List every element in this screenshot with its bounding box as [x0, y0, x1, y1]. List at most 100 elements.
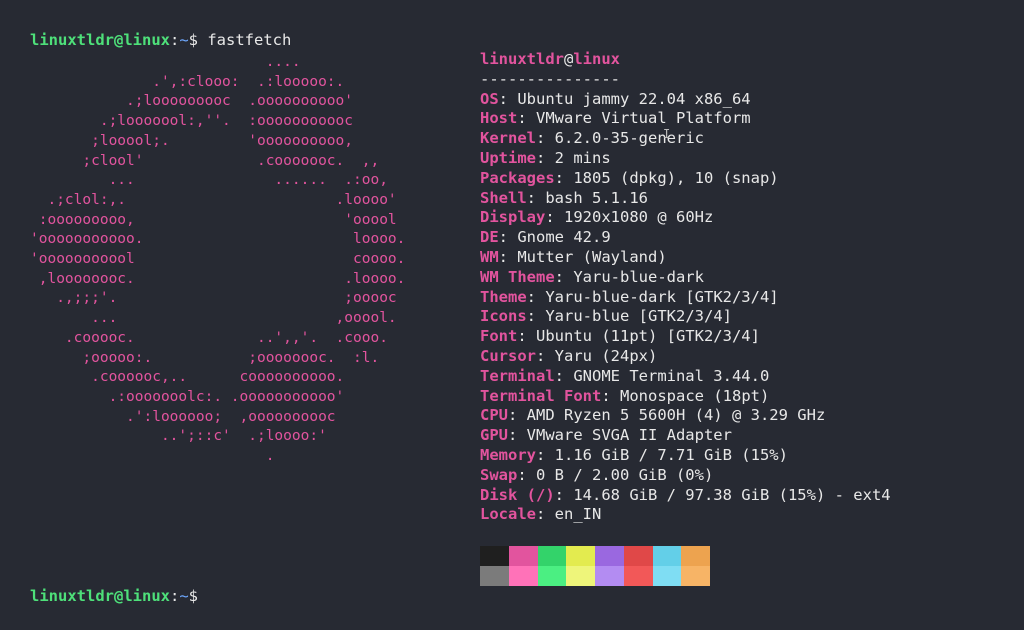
- info-row: Font: Ubuntu (11pt) [GTK2/3/4]: [480, 327, 891, 347]
- info-key: Theme: [480, 287, 527, 306]
- info-value: 14.68 GiB / 97.38 GiB (15%) - ext4: [573, 485, 891, 504]
- info-value: VMware SVGA II Adapter: [526, 426, 732, 445]
- info-value: bash 5.1.16: [545, 188, 648, 207]
- info-colon: :: [536, 129, 555, 148]
- info-key: CPU: [480, 406, 508, 425]
- prompt-user-host: linuxtldr@linux: [30, 31, 170, 49]
- info-key: Cursor: [480, 346, 536, 365]
- prompt-dollar: $: [188, 31, 208, 49]
- info-value: Yaru-blue-dark [GTK2/3/4]: [545, 287, 779, 306]
- info-colon: :: [601, 386, 620, 405]
- info-colon: :: [545, 208, 564, 227]
- palette-swatch-normal-5: [623, 546, 653, 566]
- prompt-command: fastfetch: [207, 31, 292, 49]
- ubuntu-ascii-logo: .... .',:clooo: .:looooo:. .;looooooooc …: [30, 54, 406, 465]
- palette-swatch-normal-0: [480, 546, 509, 566]
- info-value: Yaru-blue [GTK2/3/4]: [545, 307, 732, 326]
- info-colon: :: [536, 148, 555, 167]
- info-row: Host: VMware Virtual Platform: [480, 109, 891, 129]
- info-row: CPU: AMD Ryzen 5 5600H (4) @ 3.29 GHz: [480, 406, 891, 426]
- info-colon: :: [526, 287, 546, 306]
- info-value: Monospace (18pt): [620, 386, 770, 405]
- info-colon: :: [526, 307, 546, 326]
- info-value: AMD Ryzen 5 5600H (4) @ 3.29 GHz: [526, 406, 826, 425]
- prompt-separator: :: [169, 31, 180, 49]
- info-key: WM: [480, 247, 499, 266]
- info-row: Kernel: 6.2.0-35-generic: [480, 129, 891, 149]
- info-colon: :: [498, 89, 518, 108]
- info-value: en_IN: [554, 505, 602, 524]
- info-value: 6.2.0-35-generic: [554, 129, 704, 148]
- info-row: Uptime: 2 mins: [480, 149, 891, 169]
- info-colon: :: [554, 366, 574, 385]
- prompt-path: ~: [179, 587, 189, 605]
- terminal-window[interactable]: linuxtldr@linux:~$ fastfetch .... .',:cl…: [0, 0, 1024, 630]
- system-info-panel: linuxtldr@linux --------------- OS: Ubun…: [480, 50, 891, 525]
- info-key: Icons: [480, 307, 527, 326]
- info-colon: :: [526, 188, 546, 207]
- palette-swatch-bright-0: [480, 566, 509, 586]
- info-key: Host: [480, 109, 518, 128]
- info-title-host: linux: [573, 50, 621, 68]
- info-row: Memory: 1.16 GiB / 7.71 GiB (15%): [480, 446, 891, 466]
- prompt-path: ~: [179, 31, 189, 49]
- info-row: WM Theme: Yaru-blue-dark: [480, 268, 891, 288]
- info-value: Yaru-blue-dark: [573, 267, 704, 286]
- info-colon: :: [536, 445, 555, 464]
- info-value: Gnome 42.9: [517, 228, 611, 247]
- info-value: 1920x1080 @ 60Hz: [564, 208, 714, 227]
- command-prompt-line-idle[interactable]: linuxtldr@linux:~$: [30, 586, 207, 606]
- palette-swatch-bright-4: [595, 566, 624, 586]
- palette-swatch-normal-3: [566, 546, 595, 566]
- info-row: Swap: 0 B / 2.00 GiB (0%): [480, 466, 891, 486]
- info-row: DE: Gnome 42.9: [480, 228, 891, 248]
- info-row: Icons: Yaru-blue [GTK2/3/4]: [480, 307, 891, 327]
- info-key: WM Theme: [480, 267, 555, 286]
- info-row: Terminal: GNOME Terminal 3.44.0: [480, 367, 891, 387]
- info-row: Cursor: Yaru (24px): [480, 347, 891, 367]
- info-key: OS: [480, 89, 499, 108]
- info-row: Terminal Font: Monospace (18pt): [480, 387, 891, 407]
- info-colon: :: [517, 465, 536, 484]
- info-title-user: linuxtldr: [480, 50, 564, 68]
- info-key: Shell: [480, 188, 527, 207]
- info-value: VMware Virtual Platform: [536, 109, 751, 128]
- info-row: Packages: 1805 (dpkg), 10 (snap): [480, 169, 891, 189]
- prompt-separator: :: [169, 587, 180, 605]
- info-key: Font: [480, 327, 518, 346]
- info-row: Display: 1920x1080 @ 60Hz: [480, 208, 891, 228]
- info-rows: OS: Ubuntu jammy 22.04 x86_64 Host: VMwar…: [480, 90, 891, 526]
- text-cursor-icon: I: [663, 127, 671, 141]
- palette-swatch-bright-2: [537, 566, 567, 586]
- prompt-dollar: $: [188, 587, 208, 605]
- info-key: Locale: [480, 505, 536, 524]
- info-key: Kernel: [480, 129, 536, 148]
- palette-swatch-normal-1: [508, 546, 538, 566]
- info-key: Terminal: [480, 366, 555, 385]
- info-value: 2 mins: [554, 148, 611, 167]
- info-colon: :: [554, 168, 574, 187]
- info-colon: :: [517, 109, 536, 128]
- info-colon: :: [498, 247, 518, 266]
- info-colon: :: [536, 346, 555, 365]
- palette-swatch-bright-5: [623, 566, 653, 586]
- info-value: Yaru (24px): [554, 346, 658, 365]
- info-value: 1.16 GiB / 7.71 GiB (15%): [554, 445, 788, 464]
- info-colon: :: [498, 228, 518, 247]
- info-value: 0 B / 2.00 GiB (0%): [536, 465, 714, 484]
- info-separator: ---------------: [480, 69, 620, 88]
- info-value: Ubuntu (11pt) [GTK2/3/4]: [536, 327, 760, 346]
- info-value: Ubuntu jammy 22.04 x86_64: [517, 89, 751, 108]
- info-key: Memory: [480, 445, 536, 464]
- color-palette: [480, 546, 710, 586]
- info-colon: :: [508, 406, 527, 425]
- info-value: 1805 (dpkg), 10 (snap): [573, 168, 779, 187]
- palette-swatch-normal-7: [681, 546, 710, 566]
- info-key: Terminal Font: [480, 386, 602, 405]
- info-value: GNOME Terminal 3.44.0: [573, 366, 770, 385]
- info-title: linuxtldr@linux: [480, 50, 891, 70]
- info-colon: :: [517, 327, 536, 346]
- info-row: GPU: VMware SVGA II Adapter: [480, 426, 891, 446]
- info-row: Locale: en_IN: [480, 505, 891, 525]
- palette-swatch-normal-2: [537, 546, 567, 566]
